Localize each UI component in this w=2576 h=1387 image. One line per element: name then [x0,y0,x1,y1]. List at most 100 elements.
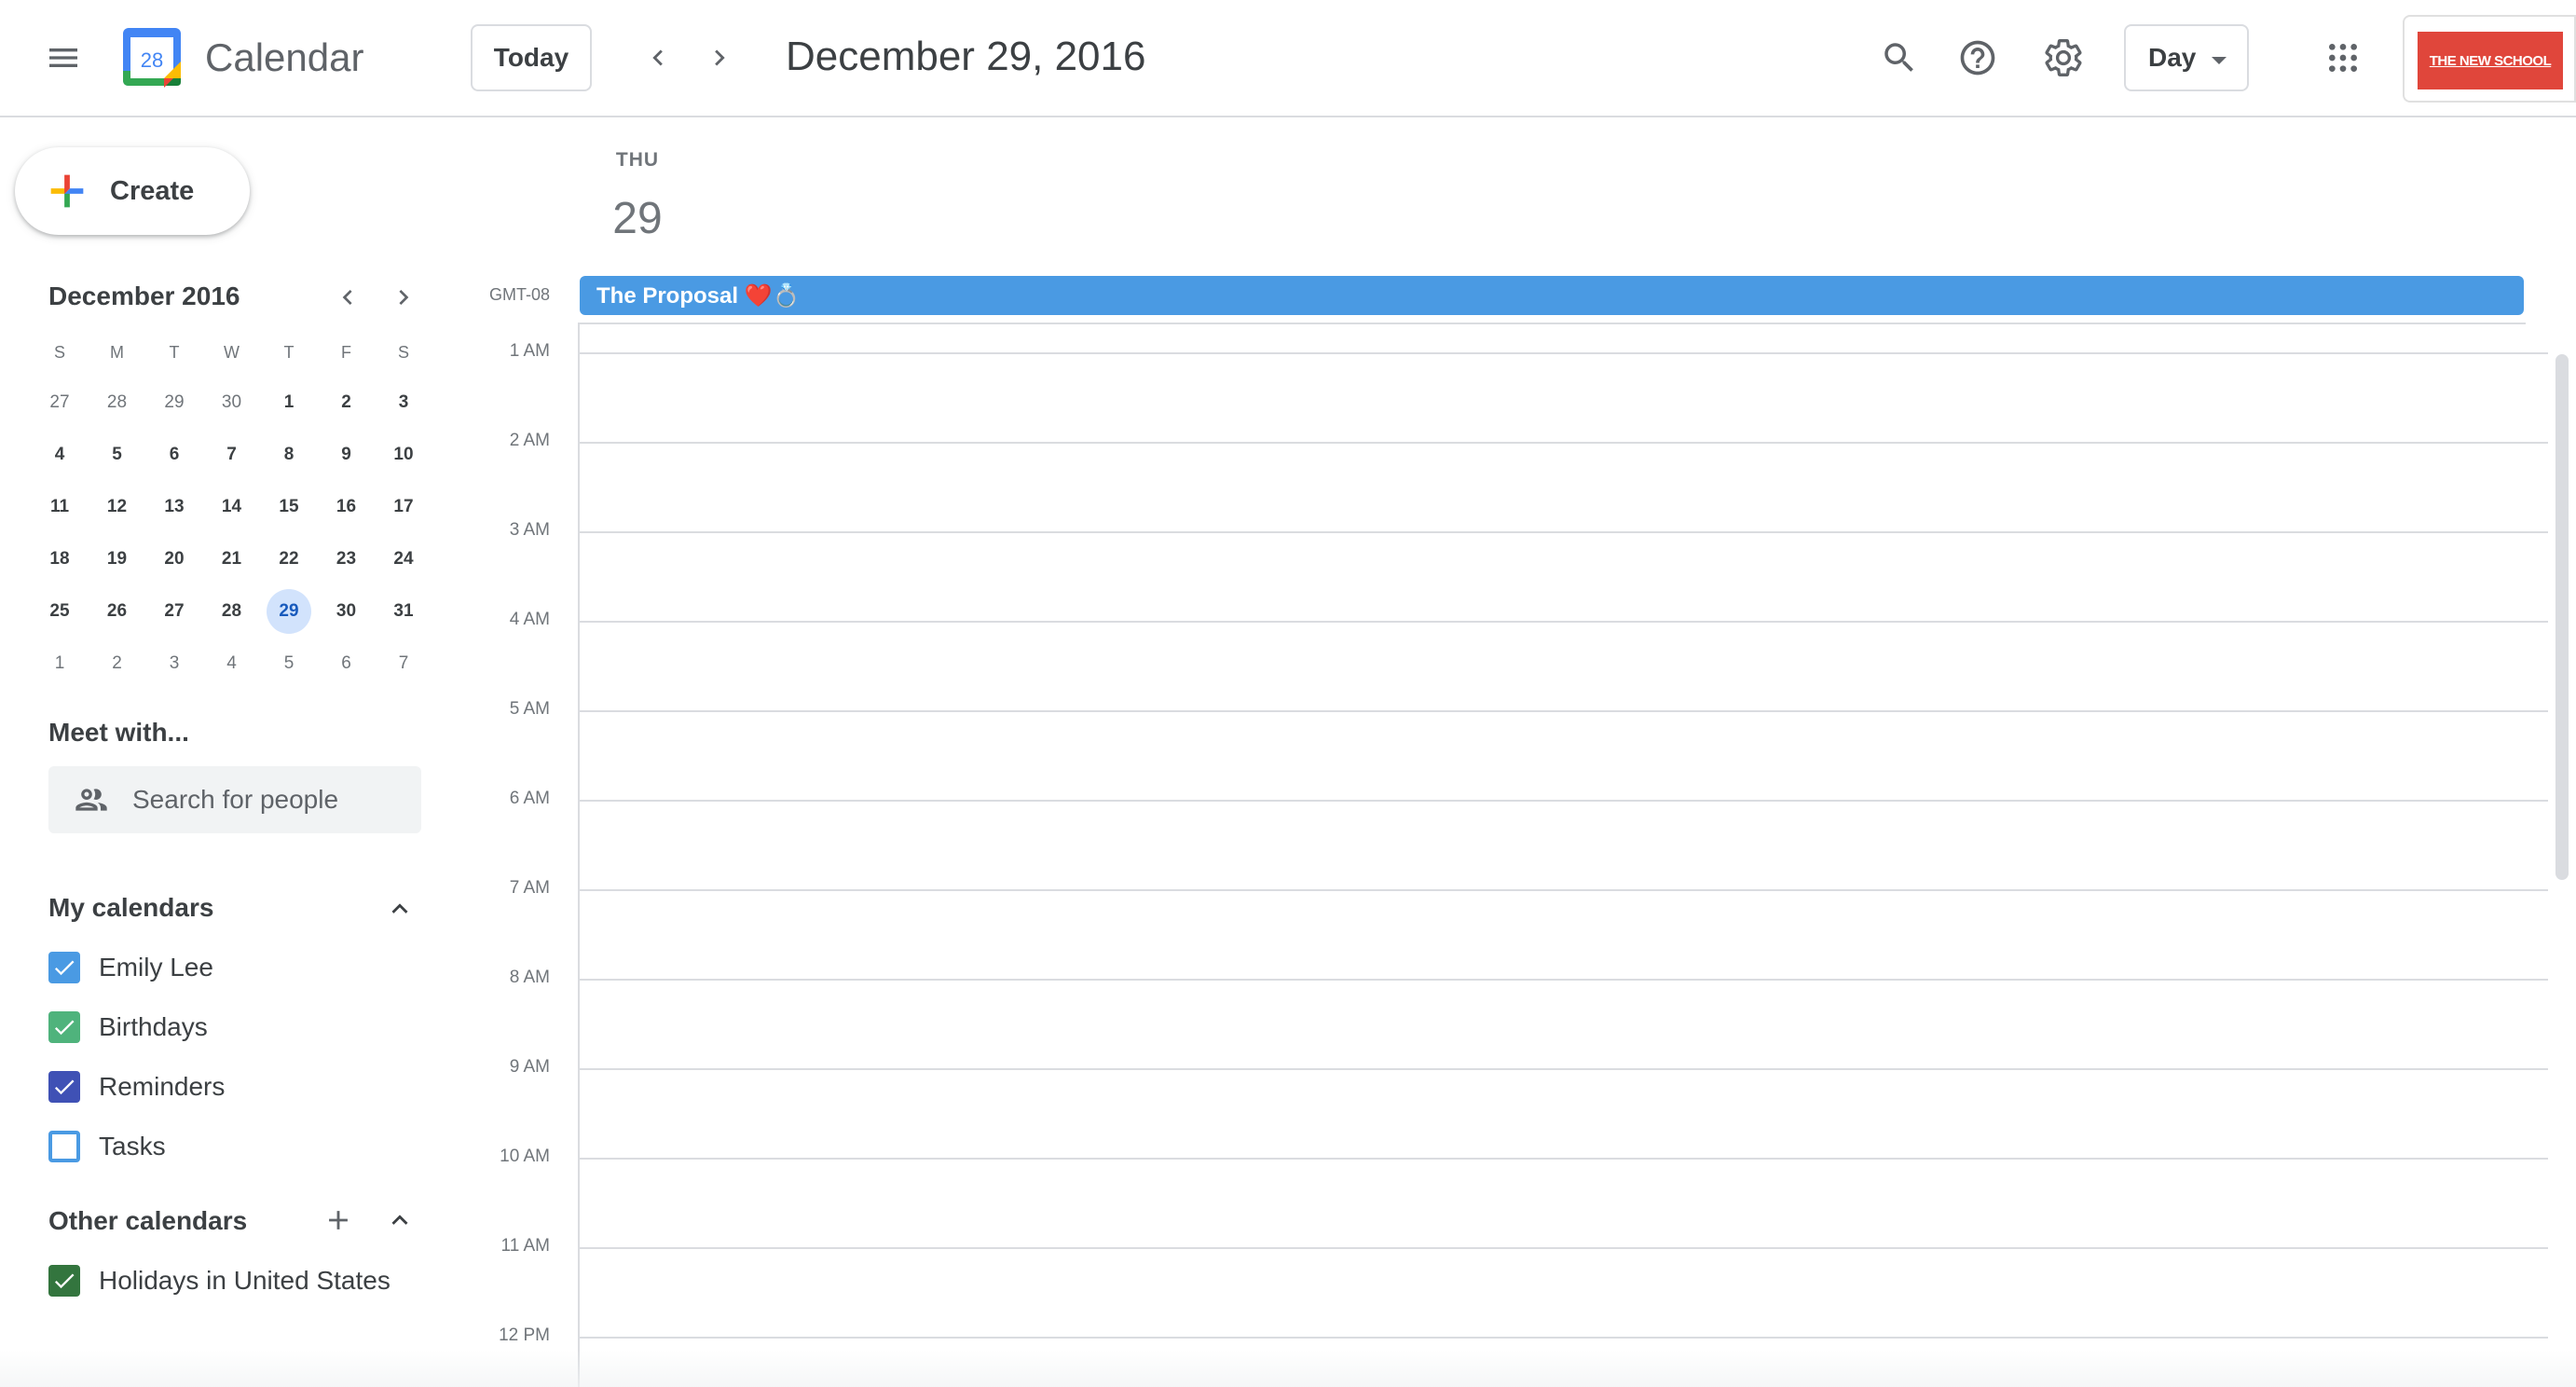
mini-calendar-day[interactable]: 15 [267,485,311,529]
other-calendars-collapse-icon[interactable] [378,1199,421,1242]
day-header-number[interactable]: 29 [593,188,682,250]
checked-checkbox-icon[interactable] [48,1071,80,1103]
mini-calendar-day[interactable]: 17 [381,485,426,529]
mini-calendar-day[interactable]: 23 [324,537,369,582]
svg-text:28: 28 [141,48,163,72]
main-menu-icon[interactable] [34,28,93,88]
mini-calendar-day[interactable]: 26 [95,589,140,634]
hour-label: 2 AM [509,431,550,450]
mini-calendar-day[interactable]: 13 [152,485,197,529]
settings-gear-icon[interactable] [2034,28,2093,88]
mini-calendar-day[interactable]: 21 [210,537,254,582]
account-button[interactable]: THE NEW SCHOOL [2403,15,2576,103]
mini-calendar-day[interactable]: 6 [152,433,197,477]
meet-with-title: Meet with... [48,718,189,747]
hour-gridline [578,979,2548,981]
apps-grid-icon[interactable] [2313,28,2373,88]
people-icon [73,781,110,818]
next-day-icon[interactable] [692,35,747,80]
hour-gridline [578,710,2548,712]
time-grid-divider [578,324,580,1387]
mini-calendar-weekday-header: F [341,342,351,362]
mini-calendar-day[interactable]: 30 [324,589,369,634]
all-day-event[interactable]: The Proposal ❤️💍 [580,276,2524,315]
calendar-item[interactable]: Holidays in United States [48,1257,391,1305]
hour-gridline [578,889,2548,891]
hour-label: 10 AM [500,1147,550,1166]
view-selector-dropdown[interactable]: Day [2124,24,2249,91]
checked-checkbox-icon[interactable] [48,1265,80,1297]
mini-calendar-day[interactable]: 12 [95,485,140,529]
checked-checkbox-icon[interactable] [48,1011,80,1043]
mini-calendar-day[interactable]: 9 [324,433,369,477]
mini-calendar-weekday-header: S [397,342,409,362]
mini-calendar-weekday-header: T [283,342,295,362]
mini-calendar-day[interactable]: 10 [381,433,426,477]
mini-calendar-day[interactable]: 2 [324,380,369,425]
mini-calendar-day[interactable]: 28 [210,589,254,634]
mini-calendar-day[interactable]: 18 [37,537,82,582]
hour-label: 4 AM [509,610,550,629]
my-calendars-list: Emily Lee Birthdays Reminders Tasks [48,943,225,1182]
hour-label: 11 AM [500,1236,550,1256]
hour-gridline [578,1068,2548,1070]
mini-calendar-day[interactable]: 1 [37,641,82,686]
mini-calendar-day[interactable]: 30 [210,380,254,425]
mini-calendar-day[interactable]: 27 [152,589,197,634]
mini-calendar-day[interactable]: 4 [210,641,254,686]
bottom-shadow [0,1350,2576,1387]
today-button[interactable]: Today [471,24,592,91]
mini-calendar-day[interactable]: 16 [324,485,369,529]
mini-calendar-day[interactable]: 11 [37,485,82,529]
previous-day-icon[interactable] [630,35,686,80]
search-icon[interactable] [1870,28,1929,88]
calendar-item[interactable]: Emily Lee [48,943,225,992]
mini-calendar-day[interactable]: 19 [95,537,140,582]
search-people-input[interactable]: Search for people [48,766,421,833]
mini-calendar-day[interactable]: 29 [152,380,197,425]
calendar-logo-icon[interactable]: 28 [121,26,183,88]
other-calendars-title: Other calendars [48,1206,248,1235]
app-title: Calendar [205,35,364,79]
view-selector-label: Day [2148,43,2197,72]
mini-calendar-day[interactable]: 3 [152,641,197,686]
mini-calendar-day[interactable]: 7 [210,433,254,477]
checked-checkbox-icon[interactable] [48,952,80,983]
help-icon[interactable] [1948,28,2007,88]
mini-calendar-weekday-header: S [53,342,65,362]
mini-calendar-day[interactable]: 7 [381,641,426,686]
mini-calendar-day[interactable]: 6 [324,641,369,686]
mini-calendar-day[interactable]: 20 [152,537,197,582]
mini-calendar-day[interactable]: 2 [95,641,140,686]
mini-calendar-day[interactable]: 8 [267,433,311,477]
unchecked-checkbox-icon[interactable] [48,1131,80,1162]
create-label: Create [110,175,195,206]
mini-calendar-day[interactable]: 28 [95,380,140,425]
mini-calendar-day[interactable]: 14 [210,485,254,529]
calendar-item[interactable]: Tasks [48,1122,225,1171]
calendar-item[interactable]: Reminders [48,1063,225,1111]
mini-calendar-day[interactable]: 1 [267,380,311,425]
hour-gridline [578,352,2548,354]
add-calendar-icon[interactable] [317,1199,360,1242]
mini-calendar-day[interactable]: 24 [381,537,426,582]
hour-label: 12 PM [499,1325,550,1345]
mini-calendar-weekday-header: M [110,342,124,362]
mini-calendar-next-icon[interactable] [382,276,425,319]
my-calendars-collapse-icon[interactable] [378,887,421,930]
mini-calendar-day[interactable]: 5 [267,641,311,686]
mini-calendar-day[interactable]: 5 [95,433,140,477]
mini-calendar-day[interactable]: 25 [37,589,82,634]
mini-calendar-day[interactable]: 22 [267,537,311,582]
scrollbar[interactable] [2555,354,2569,880]
create-button[interactable]: Create [15,147,250,235]
mini-calendar-day[interactable]: 27 [37,380,82,425]
mini-calendar-day[interactable]: 31 [381,589,426,634]
mini-calendar-prev-icon[interactable] [326,276,369,319]
other-calendars-list: Holidays in United States [48,1257,391,1316]
mini-calendar-day[interactable]: 3 [381,380,426,425]
calendar-item-label: Holidays in United States [99,1266,391,1295]
mini-calendar-day[interactable]: 4 [37,433,82,477]
calendar-item[interactable]: Birthdays [48,1003,225,1051]
mini-calendar-selected-day[interactable]: 29 [267,589,311,634]
